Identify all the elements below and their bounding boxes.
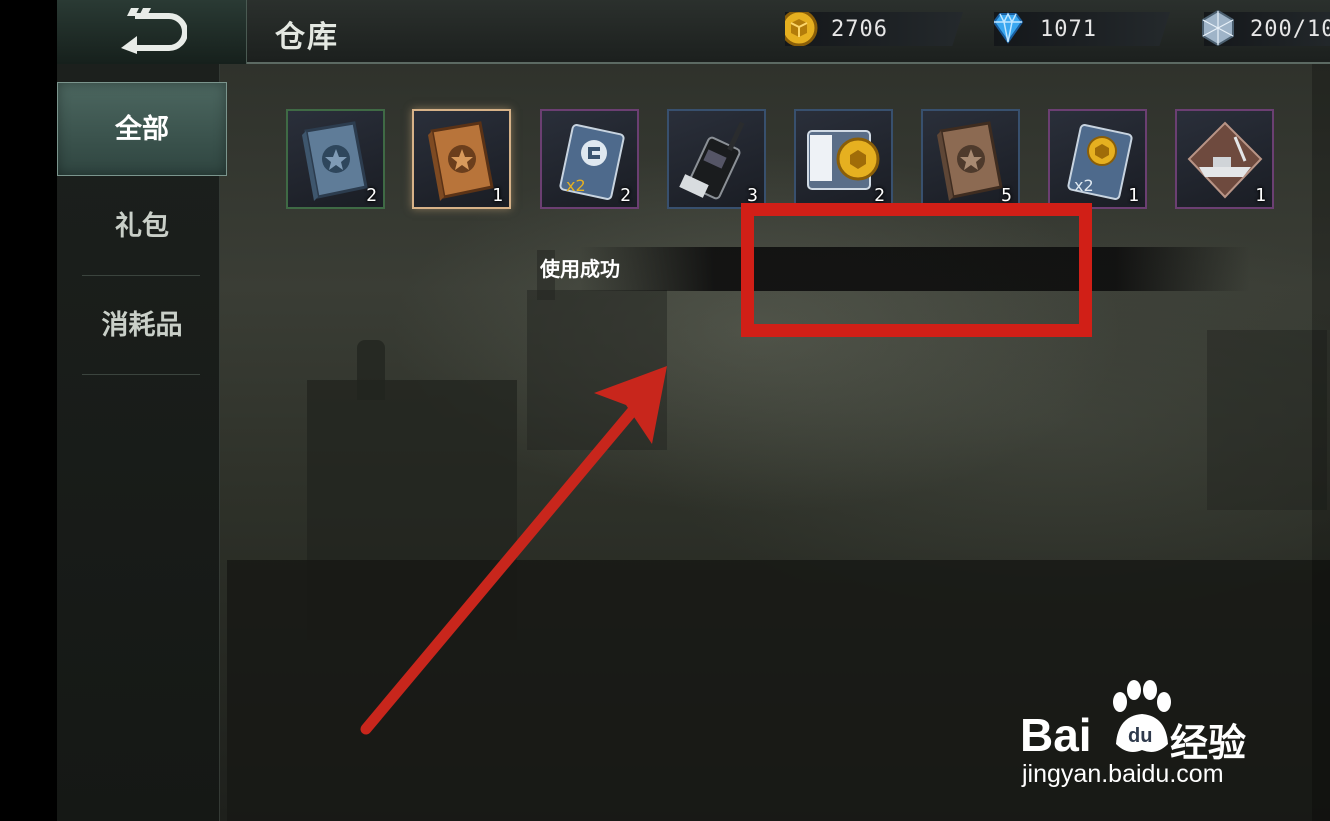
baidu-jingyan-watermark: Bai du 经验 jingyan.baidu.com bbox=[1020, 678, 1280, 798]
item-count: 2 bbox=[620, 185, 631, 206]
item-slot[interactable]: 3 bbox=[667, 109, 766, 209]
crystal-icon bbox=[1202, 9, 1234, 47]
baidu-paw-icon: du bbox=[1113, 680, 1171, 752]
toast-text: 使用成功 bbox=[540, 257, 620, 281]
item-slot[interactable]: 1 bbox=[1175, 109, 1274, 209]
tab-all[interactable]: 全部 bbox=[57, 82, 227, 176]
item-slot[interactable]: 2 bbox=[286, 109, 385, 209]
diamond-value: 1071 bbox=[1040, 17, 1097, 42]
stamina-value: 200/10 bbox=[1250, 17, 1330, 42]
watermark-url: jingyan.baidu.com bbox=[1022, 760, 1224, 788]
diamond-currency: 1071 bbox=[994, 12, 1170, 46]
tab-all-label: 全部 bbox=[115, 114, 169, 145]
tab-gift-pack[interactable]: 礼包 bbox=[57, 180, 227, 274]
diamond-icon bbox=[994, 12, 1024, 44]
watermark-brand-right: 经验 bbox=[1170, 721, 1247, 765]
svg-text:x2: x2 bbox=[566, 176, 586, 195]
annotation-highlight-box bbox=[741, 203, 1092, 337]
sidebar-divider bbox=[82, 275, 200, 276]
item-slot[interactable]: 5 bbox=[921, 109, 1020, 209]
item-slot[interactable]: x2 1 bbox=[1048, 109, 1147, 209]
sidebar: 全部 礼包 消耗品 bbox=[57, 64, 227, 821]
item-slot[interactable]: x2 2 bbox=[540, 109, 639, 209]
page-title: 仓库 bbox=[275, 20, 339, 55]
svg-text:x2: x2 bbox=[1074, 176, 1094, 195]
top-bar: 仓库 2706 1071 200/10 bbox=[57, 0, 1330, 64]
tab-gift-pack-label: 礼包 bbox=[115, 211, 169, 242]
gold-currency: 2706 bbox=[785, 12, 963, 46]
stamina-currency: 200/10 bbox=[1202, 9, 1330, 47]
back-area bbox=[57, 0, 247, 64]
sidebar-divider bbox=[82, 374, 200, 375]
gold-coin-icon bbox=[785, 12, 818, 46]
scroll-track[interactable] bbox=[1312, 64, 1330, 821]
item-count: 1 bbox=[492, 185, 503, 206]
item-slot[interactable]: 1 bbox=[412, 109, 511, 209]
item-count: 2 bbox=[366, 185, 377, 206]
left-letterbox bbox=[0, 0, 57, 821]
watermark-brand-left: Bai bbox=[1020, 709, 1092, 761]
tab-consumables-label: 消耗品 bbox=[101, 310, 183, 341]
item-count: 1 bbox=[1255, 185, 1266, 206]
item-count: 1 bbox=[1128, 185, 1139, 206]
tab-consumables[interactable]: 消耗品 bbox=[57, 279, 227, 373]
gold-value: 2706 bbox=[831, 17, 888, 42]
svg-text:du: du bbox=[1128, 725, 1152, 747]
item-slot[interactable]: 2 bbox=[794, 109, 893, 209]
back-arrow-icon[interactable] bbox=[117, 6, 187, 56]
